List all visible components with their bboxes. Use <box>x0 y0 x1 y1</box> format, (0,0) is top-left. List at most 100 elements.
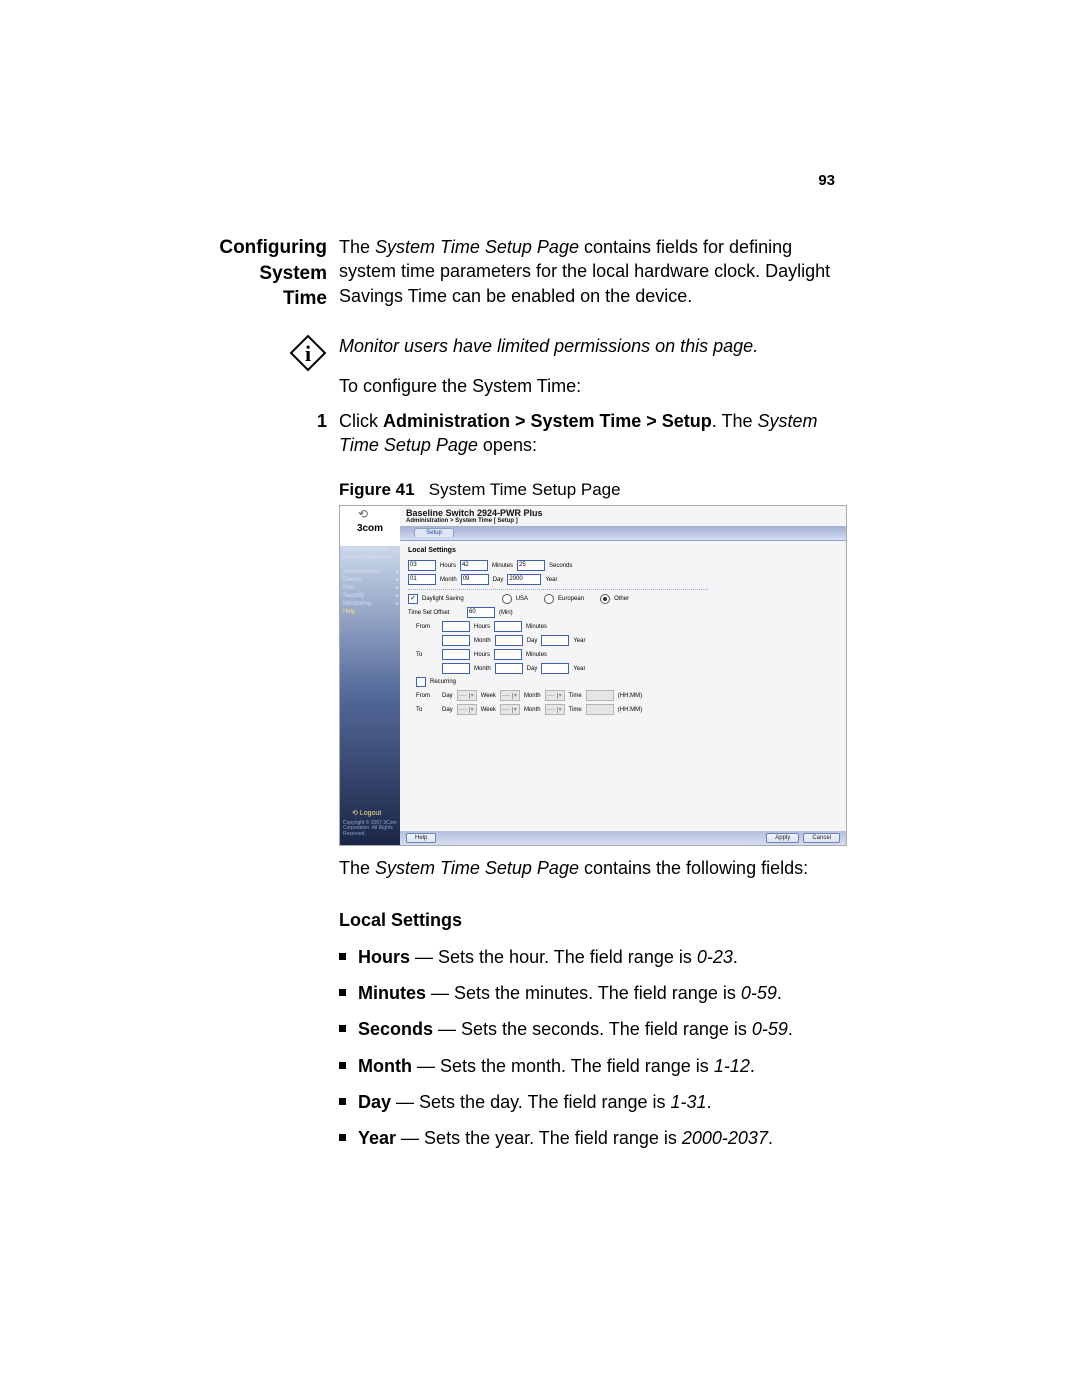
lbl: Year <box>573 666 585 672</box>
lbl: Month <box>524 707 541 713</box>
section-heading-line1: Configuring System <box>152 235 327 286</box>
ss-radio-other[interactable] <box>600 594 610 604</box>
ss-cancel-button[interactable]: Cancel <box>803 833 840 843</box>
ss-to-month[interactable] <box>442 663 470 674</box>
lbl: Day <box>527 638 538 644</box>
ss-from-hours[interactable] <box>442 621 470 632</box>
ss-help-button[interactable]: Help <box>406 833 436 843</box>
text: . <box>733 947 738 967</box>
figure-caption: Figure 41 System Time Setup Page <box>339 479 835 502</box>
ss-nav-device[interactable]: Device▸ <box>343 576 399 584</box>
text-italic: 0-59 <box>741 983 777 1003</box>
ss-daylight-label: Daylight Saving <box>422 596 464 602</box>
ss-hours-input[interactable]: 03 <box>408 560 436 571</box>
ss-recurring-checkbox[interactable] <box>416 677 426 687</box>
text: . <box>777 983 782 1003</box>
ss-to-day[interactable] <box>495 663 523 674</box>
ss-r-from-day[interactable]: ----▾ <box>457 690 477 701</box>
ss-tab-setup[interactable]: Setup <box>414 528 454 537</box>
ss-nav-monitoring[interactable]: Monitoring▸ <box>343 600 399 608</box>
lbl: Hours <box>474 624 490 630</box>
text: — Sets the seconds. The field range is <box>433 1019 752 1039</box>
ss-seconds-input[interactable]: 25 <box>517 560 545 571</box>
ss-other-label: Other <box>614 596 629 602</box>
ss-r-to-month[interactable]: ----▾ <box>545 704 565 715</box>
text-bold: Seconds <box>358 1019 433 1039</box>
ss-radio-usa[interactable] <box>502 594 512 604</box>
section-heading-line2: Time <box>152 286 327 312</box>
svg-text:i: i <box>305 341 311 366</box>
step-body: Click Administration > System Time > Set… <box>339 409 835 458</box>
text: opens: <box>478 435 537 455</box>
ss-main: Baseline Switch 2924-PWR Plus Administra… <box>400 506 846 845</box>
bullet-icon <box>339 953 346 960</box>
figure-label: Figure 41 <box>339 480 415 499</box>
ss-r-from-time[interactable] <box>586 690 614 701</box>
ss-nav-save-config[interactable]: Save Configuration <box>343 554 399 562</box>
ss-month-label: Month <box>440 577 457 583</box>
ss-european-label: European <box>558 596 584 602</box>
ss-r-to-time[interactable] <box>586 704 614 715</box>
ss-day-label: Day <box>493 577 504 583</box>
text-bold: Month <box>358 1056 412 1076</box>
ss-to-minutes[interactable] <box>494 649 522 660</box>
ss-nav-device-summary[interactable]: Device Summary <box>343 546 399 554</box>
ss-r-from-month[interactable]: ----▾ <box>545 690 565 701</box>
ss-offset-unit: (Min) <box>499 610 513 616</box>
lbl: To <box>416 707 438 713</box>
lbl: Day <box>527 666 538 672</box>
local-settings-heading: Local Settings <box>339 908 835 932</box>
ss-r-to-week[interactable]: ----▾ <box>500 704 520 715</box>
lbl: (HH:MM) <box>618 707 642 713</box>
ss-offset-label: Time Set Offset <box>408 610 463 616</box>
ss-from-day[interactable] <box>495 635 523 646</box>
lbl: Week <box>481 707 496 713</box>
ss-nav-port[interactable]: Port▸ <box>343 584 399 592</box>
ss-from-year[interactable] <box>541 635 569 646</box>
after-figure-text: The System Time Setup Page contains the … <box>339 856 835 880</box>
text: . <box>750 1056 755 1076</box>
ss-offset-input[interactable]: 60 <box>467 607 495 618</box>
text-italic: 1-31 <box>671 1092 707 1112</box>
ss-year-label: Year <box>545 577 557 583</box>
ss-year-input[interactable]: 2000 <box>507 574 541 585</box>
intro-paragraph: The System Time Setup Page contains fiel… <box>339 235 835 312</box>
ss-apply-button[interactable]: Apply <box>766 833 799 843</box>
text: . The <box>712 411 758 431</box>
ss-daylight-checkbox[interactable]: ✓ <box>408 594 418 604</box>
ss-minutes-label: Minutes <box>492 563 513 569</box>
lbl: Time <box>569 707 582 713</box>
ss-radio-european[interactable] <box>544 594 554 604</box>
ss-day-input[interactable]: 09 <box>461 574 489 585</box>
ss-month-input[interactable]: 01 <box>408 574 436 585</box>
ss-device-title: Baseline Switch 2924-PWR Plus <box>400 506 846 518</box>
ss-from-minutes[interactable] <box>494 621 522 632</box>
info-icon: i <box>152 334 339 372</box>
figure-caption-text: System Time Setup Page <box>429 480 621 499</box>
list-item: Year — Sets the year. The field range is… <box>339 1126 835 1150</box>
ss-nav-administration[interactable]: Administration▸ <box>343 568 399 576</box>
lbl: Day <box>442 707 453 713</box>
lbl: Year <box>573 638 585 644</box>
text: — Sets the hour. The field range is <box>410 947 697 967</box>
ss-logo: 3com <box>346 524 394 534</box>
ss-from-month[interactable] <box>442 635 470 646</box>
lbl: Week <box>481 693 496 699</box>
ss-r-to-day[interactable]: ----▾ <box>457 704 477 715</box>
ss-tabbar: Setup <box>400 526 846 541</box>
ss-to-year[interactable] <box>541 663 569 674</box>
ss-to-hours[interactable] <box>442 649 470 660</box>
page-number: 93 <box>818 172 835 189</box>
text: contains the following fields: <box>579 858 808 878</box>
text: Click <box>339 411 383 431</box>
ss-nav-help[interactable]: Help <box>343 608 399 616</box>
ss-nav-security[interactable]: Security▸ <box>343 592 399 600</box>
embedded-screenshot: ⟲ 3com Device Summary Save Configuration… <box>339 505 847 846</box>
ss-minutes-input[interactable]: 42 <box>460 560 488 571</box>
text: — Sets the month. The field range is <box>412 1056 714 1076</box>
ss-r-from-week[interactable]: ----▾ <box>500 690 520 701</box>
ss-section-title: Local Settings <box>408 547 838 554</box>
list-item: Seconds — Sets the seconds. The field ra… <box>339 1017 835 1041</box>
text: . <box>768 1128 773 1148</box>
ss-logout[interactable]: Logout <box>352 810 381 817</box>
